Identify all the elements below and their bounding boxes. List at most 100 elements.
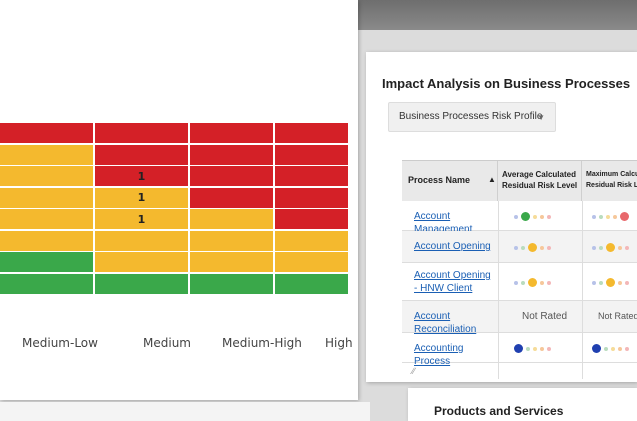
x-axis-label-high: High [325,336,353,350]
risk-dot [599,214,603,219]
heatmap-cell[interactable] [0,144,95,165]
heatmap-cell[interactable] [95,273,190,294]
risk-dot [533,214,537,219]
risk-level-indicator [592,243,629,252]
risk-dot [521,212,530,221]
maximum-risk-value: Not Rated [598,311,637,321]
risk-dot [606,243,615,252]
x-axis-label-medium-high: Medium-High [222,336,302,350]
heatmap-cell[interactable] [190,166,275,186]
dropdown-value: Business Processes Risk Profile [399,111,543,122]
heatmap-row: 1 [0,187,350,208]
risk-dot [514,344,523,353]
risk-dot [528,243,537,252]
risk-dot [547,245,551,250]
heatmap-cell[interactable]: 1 [95,209,190,229]
risk-dot [514,245,518,250]
risk-dot [514,280,518,285]
heatmap-cell[interactable] [0,166,95,186]
average-risk-value: Not Rated [522,311,568,322]
risk-profile-dropdown[interactable]: Business Processes Risk Profile ▼ [388,102,556,132]
table-row: Account Opening [402,231,637,263]
risk-dot [604,346,608,351]
heatmap-cell[interactable] [275,166,350,186]
risk-dot [592,344,601,353]
heatmap-cell[interactable] [190,187,275,208]
column-divider [498,201,499,379]
risk-dot [620,212,629,221]
heatmap-cell[interactable]: 1 [95,166,190,186]
panel-title: Products and Services [434,404,564,418]
resize-handle-icon[interactable]: ∕∕ [412,366,415,376]
risk-level-indicator [592,344,629,353]
heatmap-cell[interactable]: 1 [95,187,190,208]
heatmap-cell[interactable] [0,209,95,229]
risk-dot [599,245,603,250]
heatmap-cell[interactable] [0,123,95,143]
risk-dot [540,214,544,219]
risk-level-indicator [592,212,629,221]
risk-dot [547,280,551,285]
heatmap-cell[interactable] [275,209,350,229]
process-name-link[interactable]: Account Opening [414,240,492,253]
heatmap-row: 1 [0,166,350,186]
heatmap-cell[interactable] [275,144,350,165]
heatmap-cell[interactable] [0,252,95,272]
risk-dot [521,280,525,285]
risk-level-indicator [514,212,551,221]
heatmap-cell[interactable] [190,144,275,165]
column-header-average-risk[interactable]: Average Calculated Residual Risk Level [498,161,582,201]
risk-dot [606,278,615,287]
heatmap-cell[interactable] [0,230,95,251]
heatmap-cell[interactable] [190,252,275,272]
heatmap-cell[interactable] [190,273,275,294]
chevron-down-icon[interactable]: ▼ [537,113,545,122]
risk-level-indicator [514,278,551,287]
heatmap-cell[interactable] [275,252,350,272]
heatmap-cell[interactable] [95,123,190,143]
risk-dot [611,346,615,351]
risk-dot [625,346,629,351]
risk-dot [528,278,537,287]
heatmap-cell[interactable] [0,273,95,294]
risk-dot [625,245,629,250]
heatmap-row [0,144,350,165]
heatmap-row [0,273,350,294]
risk-dot [606,214,610,219]
heatmap-cell[interactable] [275,123,350,143]
heatmap-cell[interactable] [0,187,95,208]
heatmap-cell[interactable] [190,230,275,251]
heatmap-cell[interactable] [275,230,350,251]
risk-dot [592,245,596,250]
header-label-line-1: Maximum Calculated [586,171,637,178]
heatmap-cell[interactable] [95,252,190,272]
risk-dot [514,214,518,219]
column-header-maximum-risk[interactable]: Maximum Calculated Residual Risk Level [582,161,637,201]
heatmap-cell[interactable] [95,230,190,251]
heatmap-cell[interactable] [95,144,190,165]
heatmap-row [0,123,350,143]
process-name-link[interactable]: Accounting Process [414,342,492,368]
column-header-process-name[interactable]: Process Name ▲ [402,161,498,201]
sort-ascending-icon[interactable]: ▲ [488,175,496,184]
heatmap-row [0,252,350,272]
heatmap-cell[interactable] [190,123,275,143]
table-row: Accounting Process [402,333,637,367]
risk-dot [540,346,544,351]
heatmap-cell[interactable] [190,209,275,229]
header-label-line-2: Residual Risk Level [586,182,637,189]
heatmap-cell[interactable] [275,187,350,208]
risk-heatmap-panel: 111 Medium-Low Medium Medium-High High [0,0,358,400]
table-row: Account Reconciliation Not Rated Not Rated [402,301,637,335]
risk-level-indicator [514,344,551,353]
risk-dot [540,245,544,250]
process-name-link[interactable]: Account Opening - HNW Client [414,269,492,295]
risk-dot [521,245,525,250]
table-row: Account Management [402,201,637,235]
products-services-panel: Products and Services [408,388,637,421]
table-row: Account Opening - HNW Client [402,263,637,301]
heatmap-cell[interactable] [275,273,350,294]
left-bottom-panel [0,402,370,421]
risk-level-indicator [592,278,629,287]
risk-dot [599,280,603,285]
